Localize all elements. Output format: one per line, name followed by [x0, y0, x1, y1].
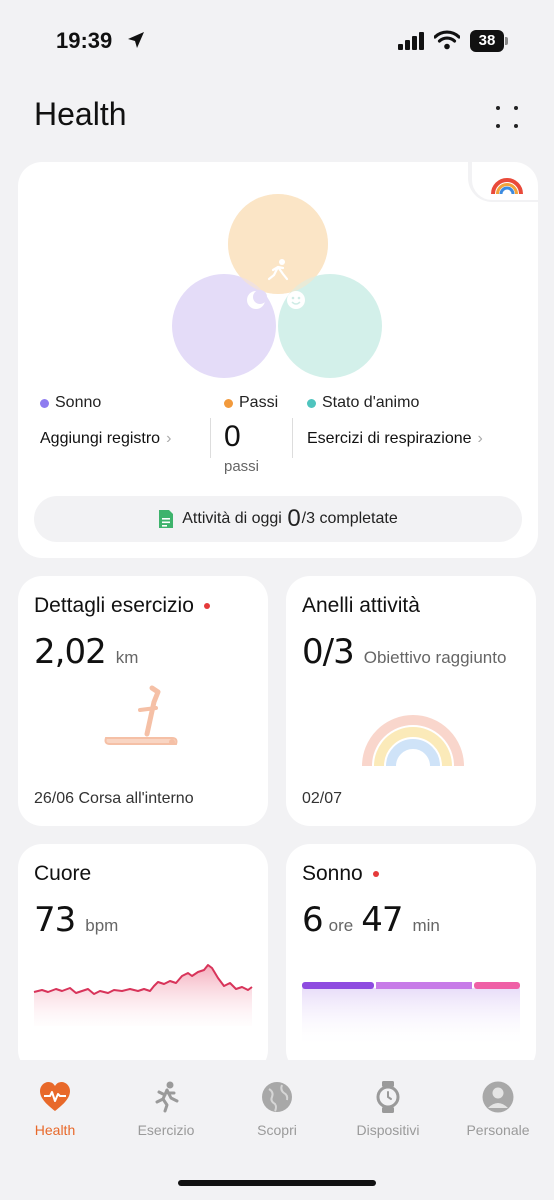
- nav-profile[interactable]: Personale: [448, 1080, 548, 1138]
- battery-level: 38: [470, 30, 504, 52]
- status-bar: 19:39 38: [0, 0, 554, 80]
- today-activities-bar[interactable]: Attività di oggi 0/3 completate: [34, 496, 522, 542]
- rings-date: 02/07: [302, 790, 343, 807]
- rings-card-title: Anelli attività: [302, 594, 420, 617]
- heart-card-title: Cuore: [34, 862, 92, 885]
- heart-icon: [40, 1082, 70, 1111]
- wifi-icon: [434, 30, 460, 50]
- chevron-right-icon: ›: [166, 430, 172, 447]
- nav-exercise[interactable]: Esercizio: [116, 1080, 216, 1138]
- mood-column[interactable]: Stato d'animo Esercizi di respirazione ›: [307, 394, 483, 448]
- steps-label: Passi: [239, 394, 279, 411]
- heart-card[interactable]: Cuore 73 bpm: [18, 844, 268, 1074]
- activity-rings-card[interactable]: Anelli attività 0/3 Obiettivo raggiunto 0…: [286, 576, 536, 826]
- rings-value: 0/3: [302, 632, 355, 672]
- health-petals-graphic: [172, 194, 382, 378]
- add-log-label: Aggiungi registro: [40, 430, 161, 447]
- notification-dot: [372, 871, 379, 877]
- sleep-hours-unit: ore: [328, 916, 354, 935]
- activity-rings-graphic: [362, 715, 464, 767]
- heart-rate-unit: bpm: [85, 916, 119, 935]
- sleep-hours: 6: [302, 900, 324, 940]
- add-log-link[interactable]: Aggiungi registro ›: [40, 430, 171, 448]
- nav-health[interactable]: Health: [5, 1080, 105, 1138]
- steps-column[interactable]: Passi 0 passi: [224, 394, 278, 475]
- rainbow-icon: [491, 178, 523, 195]
- nav-devices-label: Dispositivi: [356, 1122, 420, 1138]
- sleep-stages-chart: [302, 982, 520, 1048]
- today-suffix: /3 completate: [301, 510, 398, 527]
- steps-value: 0: [224, 420, 241, 453]
- rainbow-tab[interactable]: [468, 162, 538, 202]
- divider: [210, 418, 211, 458]
- today-done-count: 0: [287, 505, 301, 532]
- nav-health-label: Health: [34, 1122, 76, 1138]
- nav-profile-label: Personale: [466, 1122, 530, 1138]
- divider: [292, 418, 293, 458]
- chevron-right-icon: ›: [477, 430, 483, 447]
- exercise-card-title: Dettagli esercizio: [34, 594, 194, 617]
- page-title: Health: [34, 96, 127, 132]
- steps-unit: passi: [224, 458, 260, 475]
- runner-icon: [155, 1081, 179, 1113]
- notification-dot: [203, 603, 210, 609]
- status-time: 19:39: [56, 28, 113, 53]
- mood-label: Stato d'animo: [322, 394, 420, 411]
- nav-discover[interactable]: Scopri: [227, 1080, 327, 1138]
- health-summary-card[interactable]: Sonno Aggiungi registro › Passi 0 passi S…: [18, 162, 538, 558]
- document-icon: [159, 510, 174, 528]
- exercise-details-card[interactable]: Dettagli esercizio 2,02 km 26/06 Corsa al…: [18, 576, 268, 826]
- more-options-icon[interactable]: [494, 104, 522, 130]
- exercise-last-session: 26/06 Corsa all'interno: [34, 790, 194, 807]
- nav-devices[interactable]: Dispositivi: [338, 1080, 438, 1138]
- treadmill-icon: [104, 685, 178, 745]
- rings-goal-label: Obiettivo raggiunto: [363, 648, 507, 667]
- cellular-signal-icon: [398, 32, 424, 50]
- globe-icon: [262, 1082, 292, 1112]
- battery-icon: 38: [470, 30, 508, 52]
- sleep-card-title: Sonno: [302, 862, 363, 885]
- person-icon: [482, 1081, 514, 1113]
- home-indicator[interactable]: [178, 1180, 376, 1186]
- sleep-label: Sonno: [55, 394, 102, 411]
- breathing-exercises-label: Esercizi di respirazione: [307, 430, 472, 447]
- breathing-exercises-link[interactable]: Esercizi di respirazione ›: [307, 430, 483, 448]
- exercise-distance: 2,02: [34, 632, 107, 672]
- sleep-card[interactable]: Sonno 6 ore 47 min: [286, 844, 536, 1074]
- location-arrow-icon: [128, 32, 144, 48]
- heart-rate-chart: [33, 964, 253, 1026]
- sleep-column[interactable]: Sonno Aggiungi registro ›: [40, 394, 171, 448]
- heart-rate-value: 73: [34, 900, 76, 940]
- exercise-unit: km: [115, 648, 139, 667]
- sleep-minutes-unit: min: [412, 916, 440, 935]
- mood-legend-dot: [307, 398, 316, 408]
- smiley-icon: [287, 291, 305, 309]
- bottom-navigation: Health Esercizio Scopri Dispositivi Pers…: [0, 1060, 554, 1200]
- watch-icon: [376, 1081, 400, 1113]
- steps-legend-dot: [224, 398, 233, 408]
- nav-discover-label: Scopri: [257, 1122, 297, 1138]
- nav-exercise-label: Esercizio: [137, 1122, 195, 1138]
- sleep-minutes: 47: [361, 900, 403, 940]
- today-prefix: Attività di oggi: [182, 510, 282, 527]
- sleep-legend-dot: [40, 398, 49, 408]
